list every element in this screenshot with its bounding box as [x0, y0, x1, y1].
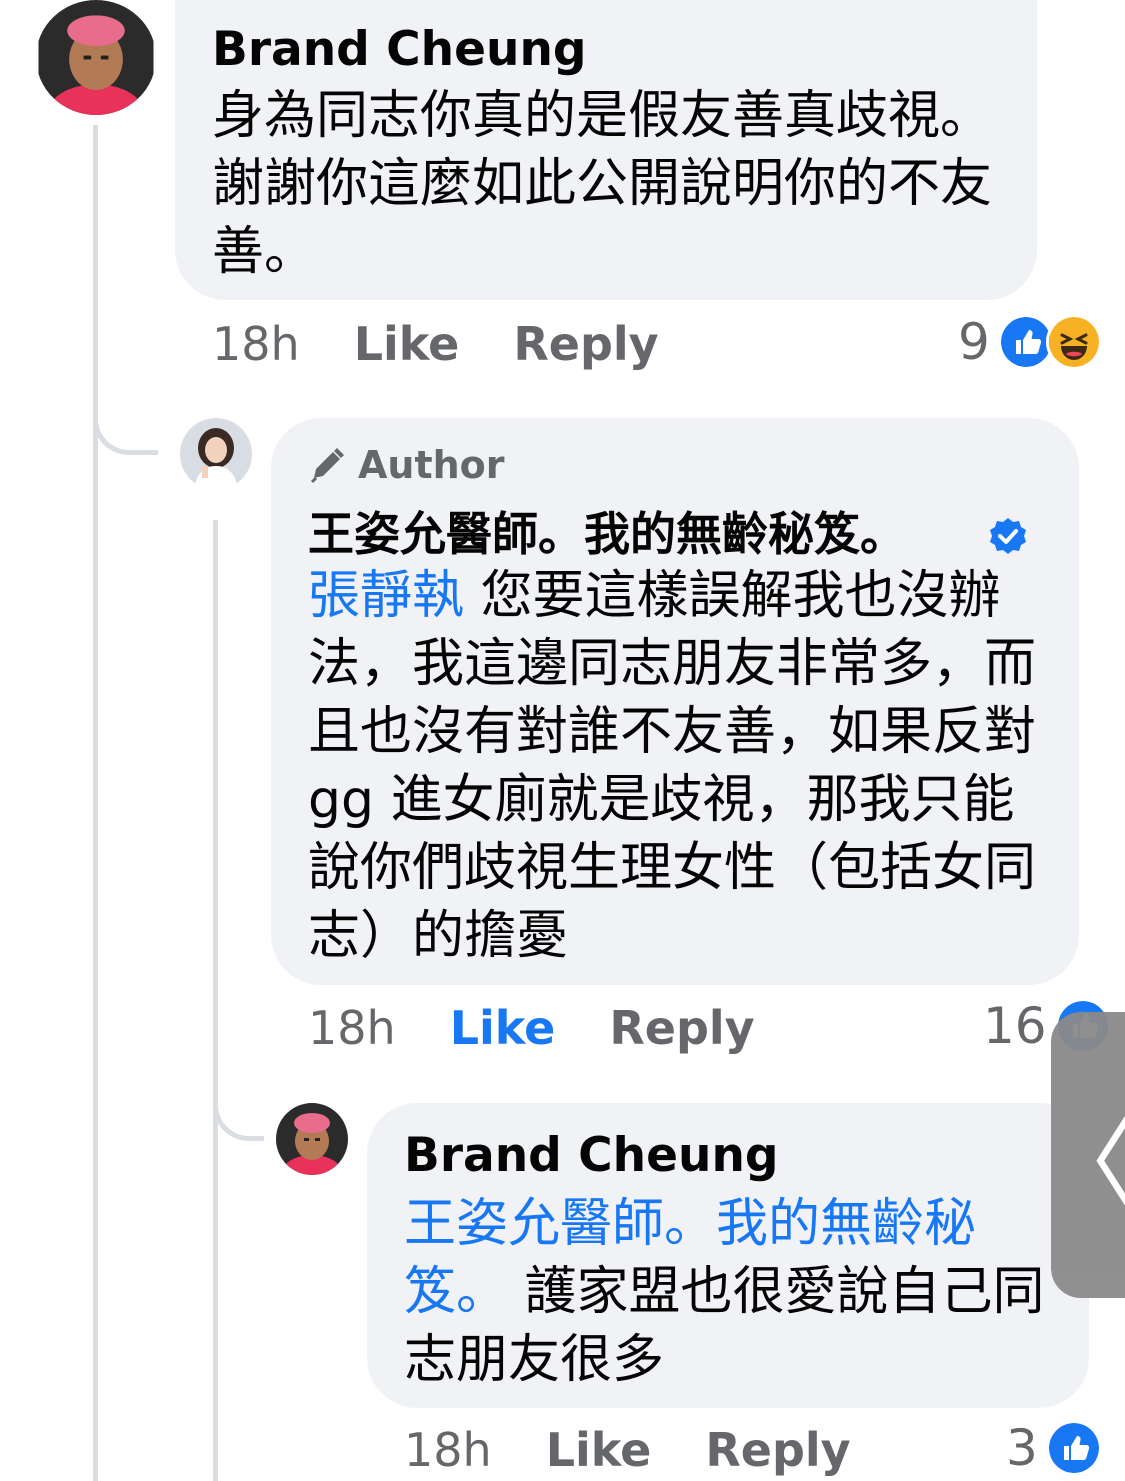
comment-text: 身為同志你真的是假友善真歧視。謝謝你這麼如此公開說明你的不友善。: [212, 86, 993, 282]
reply-button[interactable]: Reply: [705, 1423, 850, 1477]
like-button[interactable]: Like: [354, 317, 460, 371]
mention-link[interactable]: 張靜執: [308, 566, 464, 626]
thread-line-reply: [213, 520, 218, 1481]
verified-badge-icon: [990, 518, 1026, 554]
avatar[interactable]: [276, 1103, 348, 1175]
chevron-left-icon: 〈: [1040, 1086, 1125, 1225]
reaction-count: 9: [958, 313, 990, 371]
comment-time[interactable]: 18h: [404, 1423, 492, 1477]
comment-time[interactable]: 18h: [212, 317, 300, 371]
avatar[interactable]: [36, 0, 156, 115]
author-badge-label: Author: [358, 443, 505, 487]
pencil-icon: [310, 448, 344, 484]
like-button[interactable]: Like: [450, 1001, 556, 1055]
reaction-count: 16: [983, 997, 1047, 1055]
comment-text: 王姿允醫師。我的無齡秘笈。 護家盟也很愛說自己同志朋友很多: [404, 1190, 1064, 1394]
avatar[interactable]: [180, 418, 252, 490]
comment-text-content: 您要這樣誤解我也沒辦法，我這邊同志朋友非常多，而且也沒有對誰不友善，如果反對 g…: [308, 566, 1037, 966]
reaction-count: 3: [1006, 1419, 1038, 1477]
comment-thread: Brand Cheung 身為同志你真的是假友善真歧視。謝謝你這麼如此公開說明你…: [0, 0, 1125, 1481]
comment-actions: 18h Like Reply: [308, 1000, 755, 1056]
reply-button[interactable]: Reply: [513, 317, 658, 371]
like-button[interactable]: Like: [546, 1423, 652, 1477]
comment-time[interactable]: 18h: [308, 1001, 396, 1055]
author-badge: Author: [308, 442, 505, 488]
comment-actions: 18h Like Reply: [404, 1422, 851, 1478]
thread-line-main: [93, 125, 98, 1481]
comment-text: 張靜執 您要這樣誤解我也沒辦法，我這邊同志朋友非常多，而且也沒有對誰不友善，如果…: [308, 562, 1048, 970]
comment-author[interactable]: 王姿允醫師。我的無齡秘笈。: [308, 506, 906, 562]
thread-connector-2: [213, 1070, 264, 1141]
reaction-summary[interactable]: 9: [958, 312, 1102, 372]
reaction-summary[interactable]: 3: [1006, 1418, 1102, 1478]
like-icon: [1045, 1420, 1102, 1476]
comment-author[interactable]: Brand Cheung: [404, 1128, 779, 1184]
reply-button[interactable]: Reply: [609, 1001, 754, 1055]
haha-icon: [1045, 314, 1102, 370]
thread-connector-1: [93, 380, 158, 455]
comment-author[interactable]: Brand Cheung: [212, 22, 587, 78]
comment-actions: 18h Like Reply: [212, 316, 659, 372]
side-panel-handle[interactable]: 〈: [1040, 1012, 1125, 1298]
